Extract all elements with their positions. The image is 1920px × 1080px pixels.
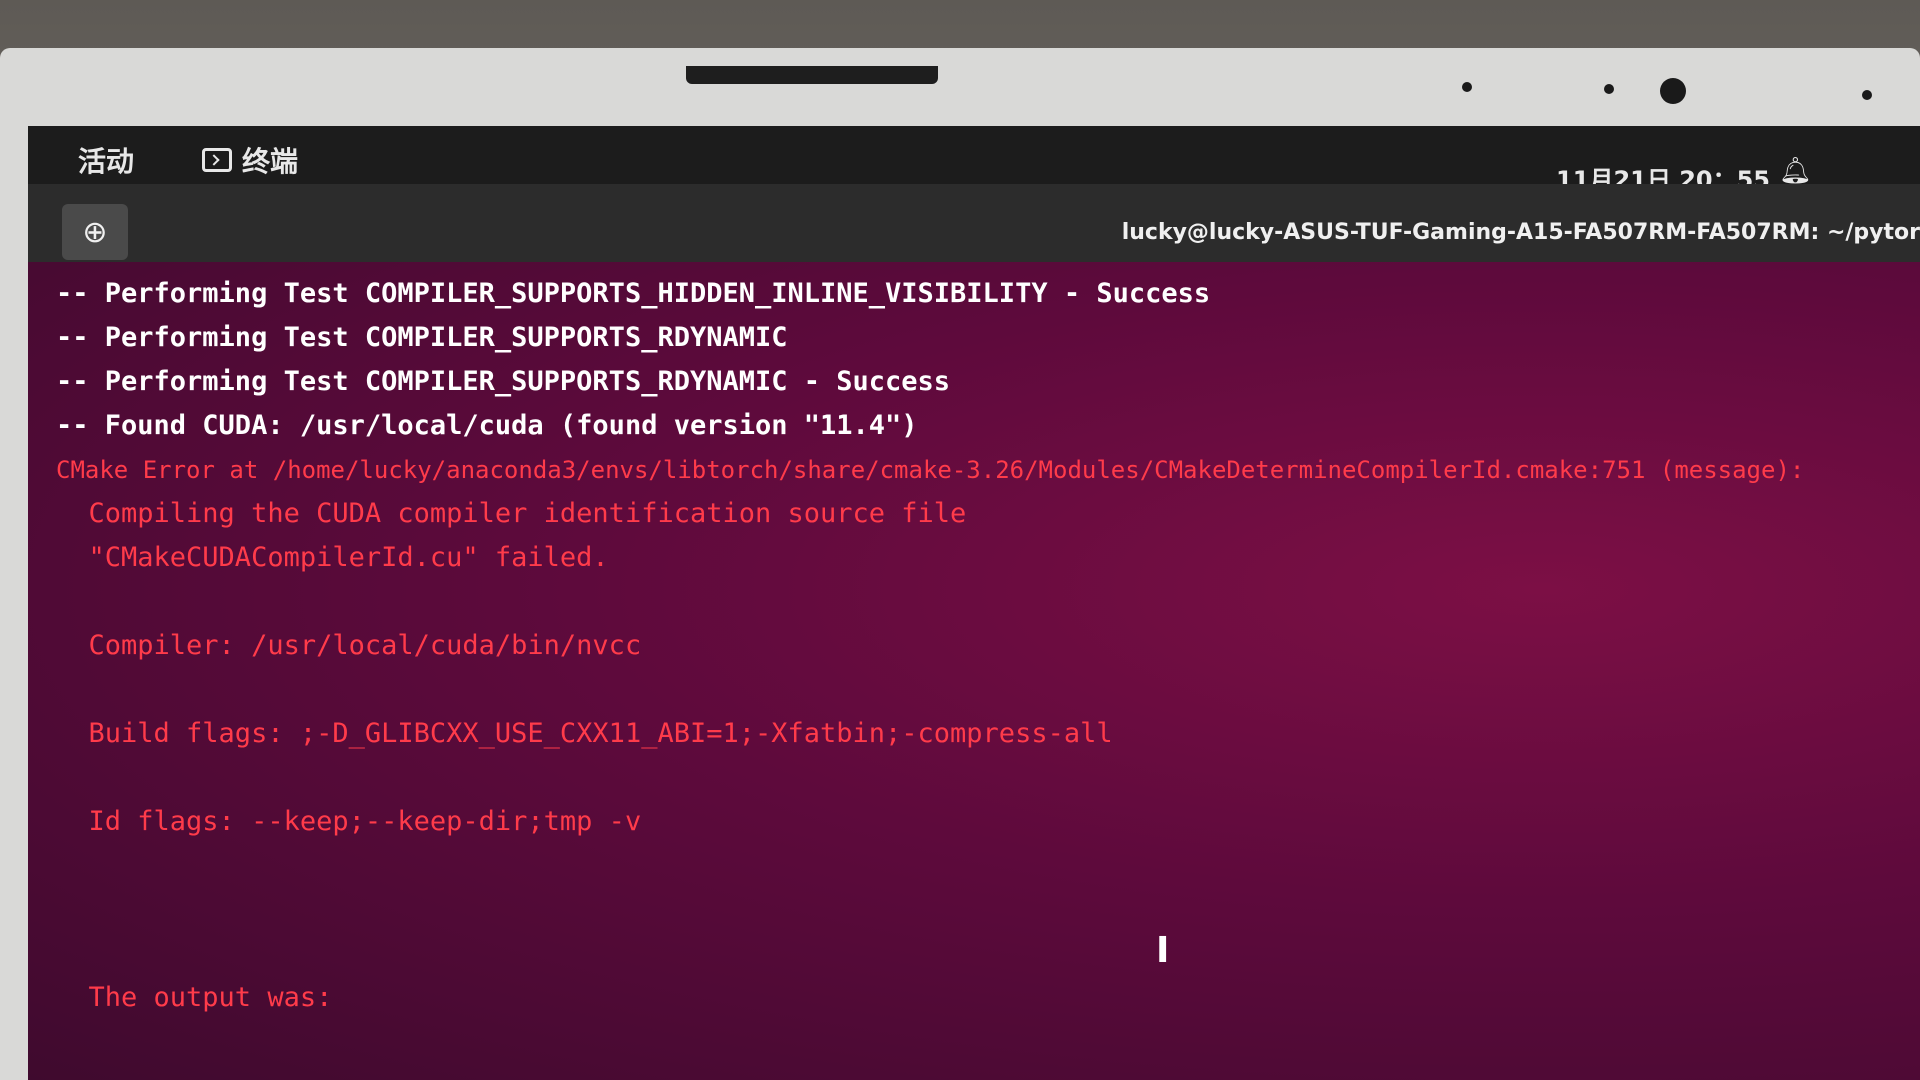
terminal-icon xyxy=(202,148,232,172)
terminal-title-bar: ⊕ lucky@lucky-ASUS-TUF-Gaming-A15-FA507R… xyxy=(28,184,1920,262)
terminal-line: -- Performing Test COMPILER_SUPPORTS_HID… xyxy=(56,278,1211,309)
bezel-notch xyxy=(686,66,938,84)
webcam-indicator xyxy=(1862,90,1872,100)
activities-button[interactable]: 活动 xyxy=(78,140,134,180)
terminal-line: -- Found CUDA: /usr/local/cuda (found ve… xyxy=(56,410,918,441)
terminal-error-line: Compiling the CUDA compiler identificati… xyxy=(56,498,967,529)
terminal-error-line: Build flags: ;-D_GLIBCXX_USE_CXX11_ABI=1… xyxy=(56,718,1113,749)
laptop-bezel: 活动 终端 11月21日 20：55 🔔︎ ⊕ lucky@lucky-ASUS… xyxy=(0,48,1920,1080)
terminal-line: -- Performing Test COMPILER_SUPPORTS_RDY… xyxy=(56,366,951,397)
app-menu-label: 终端 xyxy=(242,145,299,178)
terminal-error-line: "CMakeCUDACompilerId.cu" failed. xyxy=(56,542,609,573)
new-tab-icon: ⊕ xyxy=(82,214,108,250)
app-menu-terminal[interactable]: 终端 xyxy=(202,140,298,180)
bell-icon[interactable]: 🔔︎ xyxy=(1779,156,1812,186)
webcam-indicator xyxy=(1604,84,1614,94)
terminal-error-line: The output was: xyxy=(56,982,333,1013)
terminal-error-line: Id flags: --keep;--keep-dir;tmp -v xyxy=(56,806,642,837)
terminal-error-line: CMake Error at /home/lucky/anaconda3/env… xyxy=(56,456,1805,484)
terminal-error-line: Compiler: /usr/local/cuda/bin/nvcc xyxy=(56,630,642,661)
terminal-output[interactable]: -- Performing Test COMPILER_SUPPORTS_HID… xyxy=(28,262,1920,1080)
webcam-indicator xyxy=(1462,82,1472,92)
window-title: lucky@lucky-ASUS-TUF-Gaming-A15-FA507RM-… xyxy=(1121,220,1920,245)
new-tab-button[interactable]: ⊕ xyxy=(62,204,128,260)
screen: 活动 终端 11月21日 20：55 🔔︎ ⊕ lucky@lucky-ASUS… xyxy=(28,126,1920,1080)
text-cursor-icon: I xyxy=(1156,930,1170,971)
gnome-top-bar: 活动 终端 11月21日 20：55 🔔︎ xyxy=(28,126,1920,194)
terminal-line: -- Performing Test COMPILER_SUPPORTS_RDY… xyxy=(56,322,788,353)
webcam-lens xyxy=(1660,78,1686,104)
